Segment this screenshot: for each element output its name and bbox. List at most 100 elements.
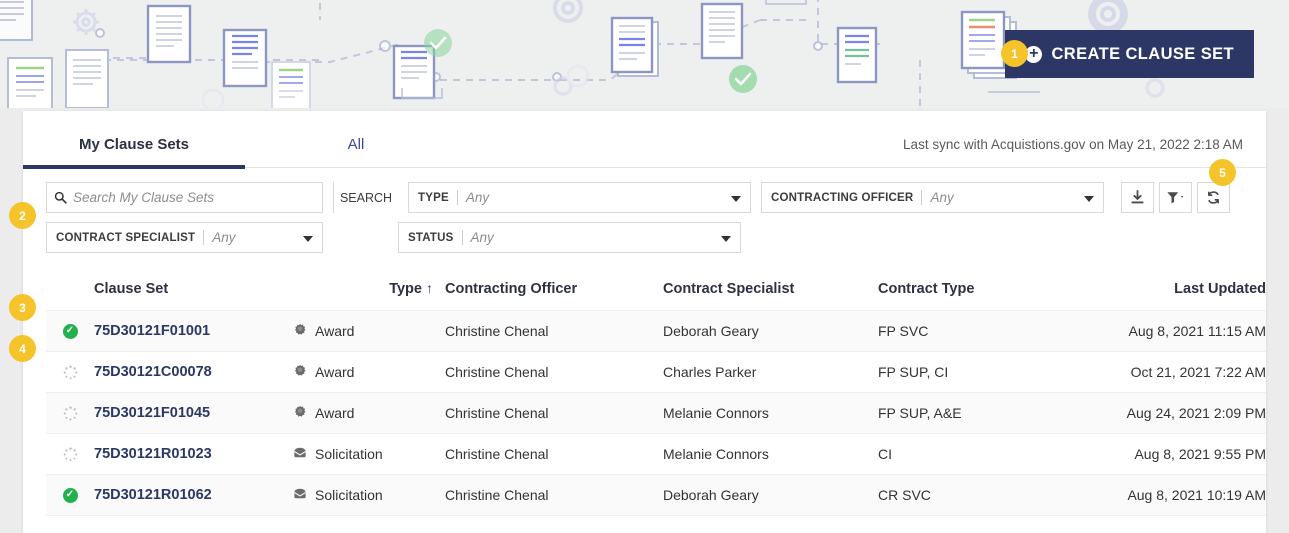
contracting-officer-filter-dropdown[interactable]: CONTRACTING OFFICER Any [761,182,1104,213]
column-header-status [46,268,94,311]
divider [456,190,458,205]
award-seal-icon [293,323,307,340]
column-header-contract-type[interactable]: Contract Type [878,268,1068,311]
column-header-contract-specialist[interactable]: Contract Specialist [663,268,878,311]
row-last-updated: Aug 8, 2021 10:19 AM [1068,474,1266,516]
sort-ascending-icon: ↑ [426,280,433,296]
row-contract-type: FP SVC [878,310,1068,352]
clause-sets-card: My Clause Sets All Last sync with Acquis… [23,111,1266,533]
row-clause-set-link[interactable]: 75D30121R01023 [94,434,293,475]
row-status-cell [46,392,94,434]
refresh-button[interactable] [1197,182,1230,213]
row-contracting-officer: Christine Chenal [445,310,663,352]
filter-toolbar: SEARCH TYPE Any CONTRACTING OFFICER Any [23,168,1266,253]
table-row[interactable]: 75D30121C00078 Award Christine Chenal Charl… [46,351,1266,393]
row-status-cell: ✓ [46,310,94,352]
row-contract-specialist: Deborah Geary [663,310,878,352]
row-type-label: Award [315,364,355,380]
search-button[interactable]: SEARCH [333,182,398,213]
envelope-icon [293,487,307,504]
type-filter-dropdown[interactable]: TYPE Any [408,182,751,213]
row-type-cell: Award [293,392,445,434]
status-complete-icon: ✓ [62,323,78,339]
row-status-cell [46,352,94,393]
step-badge-5: 5 [1209,159,1236,186]
row-contract-type: CI [878,446,892,462]
row-last-updated: Aug 24, 2021 2:09 PM [1068,392,1266,434]
chevron-down-icon [721,235,731,242]
column-header-type-label: Type [389,281,422,297]
search-box [46,182,323,213]
search-input[interactable] [73,183,322,212]
row-type-label: Solicitation [315,446,383,462]
tab-my-clause-sets-label: My Clause Sets [78,136,190,153]
row-contract-specialist: Melanie Connors [663,392,878,434]
type-filter-label: TYPE [418,191,449,204]
row-clause-set-link[interactable]: 75D30121F01045 [94,392,293,434]
table-row[interactable]: 75D30121F01045 Award Christine Chenal Melan… [46,392,1266,434]
column-header-last-updated[interactable]: Last Updated [1068,268,1266,311]
row-contract-specialist: Charles Parker [663,364,757,380]
status-complete-icon: ✓ [62,487,78,503]
page-root: + CREATE CLAUSE SET My Clause Sets All L… [0,0,1289,533]
chevron-down-icon [731,195,741,202]
contract-specialist-filter-label: CONTRACT SPECIALIST [56,231,196,244]
create-clause-set-button[interactable]: + CREATE CLAUSE SET [1005,30,1254,78]
row-last-updated: Aug 8, 2021 9:55 PM [1134,446,1266,462]
table-row[interactable]: ✓ 75D30121R01062 Solicitation Christine Che… [46,474,1266,516]
filter-icon [1166,192,1183,204]
award-seal-icon [293,364,307,381]
table-body: ✓ 75D30121F01001 Award Christine Chenal Debo… [46,310,1266,516]
row-clause-set-link[interactable]: 75D30121C00078 [94,352,293,393]
table-row[interactable]: ✓ 75D30121F01001 Award Christine Chenal Debo… [46,310,1266,352]
row-contract-type: FP SUP, CI [878,364,949,380]
column-header-clause-set[interactable]: Clause Set [94,268,293,311]
row-contracting-officer: Christine Chenal [445,364,549,380]
row-type-cell: Award [293,310,445,352]
row-contract-specialist: Melanie Connors [663,446,769,462]
step-badge-2: 2 [9,202,36,229]
status-filter-value: Any [470,230,494,245]
row-contracting-officer: Christine Chenal [445,474,663,516]
clause-sets-table: Clause Set Type ↑ Contracting Officer Co… [46,268,1266,516]
contracting-officer-filter-label: CONTRACTING OFFICER [771,191,914,204]
tab-my-clause-sets[interactable]: My Clause Sets [23,111,245,169]
award-seal-icon [293,405,307,422]
contract-specialist-filter-value: Any [212,230,236,245]
step-badge-3: 3 [9,294,36,321]
filter-row-1: SEARCH TYPE Any CONTRACTING OFFICER Any [46,182,1243,213]
tab-all[interactable]: All [245,111,467,168]
chevron-down-icon [303,235,313,242]
refresh-icon [1208,191,1219,204]
chevron-down-icon [1084,195,1094,202]
plus-circle-icon: + [1025,45,1043,63]
row-type-cell: Solicitation [293,474,445,516]
envelope-icon [293,446,307,463]
divider [203,230,205,245]
column-header-contracting-officer[interactable]: Contracting Officer [445,268,663,311]
contract-specialist-filter-dropdown[interactable]: CONTRACT SPECIALIST Any [46,222,323,253]
download-button[interactable] [1121,182,1154,213]
row-last-updated: Aug 8, 2021 11:15 AM [1068,310,1266,352]
clause-sets-table-wrapper: Clause Set Type ↑ Contracting Officer Co… [23,262,1266,516]
status-pending-icon [63,405,78,421]
filter-button[interactable] [1159,182,1192,213]
row-type-label: Award [315,323,355,339]
column-header-type[interactable]: Type ↑ [293,268,445,311]
type-filter-value: Any [465,190,490,205]
last-sync-text: Last sync with Acquistions.gov on May 21… [903,137,1243,152]
row-contracting-officer: Christine Chenal [445,446,549,462]
row-clause-set-link[interactable]: 75D30121R01062 [94,474,293,516]
row-status-cell: ✓ [46,474,94,516]
status-filter-label: STATUS [408,231,454,244]
step-badge-1: 1 [1001,40,1028,67]
filter-row-2: CONTRACT SPECIALIST Any STATUS Any [46,222,1243,253]
table-header: Clause Set Type ↑ Contracting Officer Co… [46,268,1266,311]
row-last-updated: Oct 21, 2021 7:22 AM [1130,364,1266,380]
row-contract-type: FP SUP, A&E [878,392,1068,434]
row-status-cell [46,434,94,475]
toolbar-action-buttons [1121,182,1230,213]
table-row[interactable]: 75D30121R01023 Solicitation Christine Chen… [46,433,1266,475]
status-filter-dropdown[interactable]: STATUS Any [398,222,741,253]
row-clause-set-link[interactable]: 75D30121F01001 [94,310,293,352]
